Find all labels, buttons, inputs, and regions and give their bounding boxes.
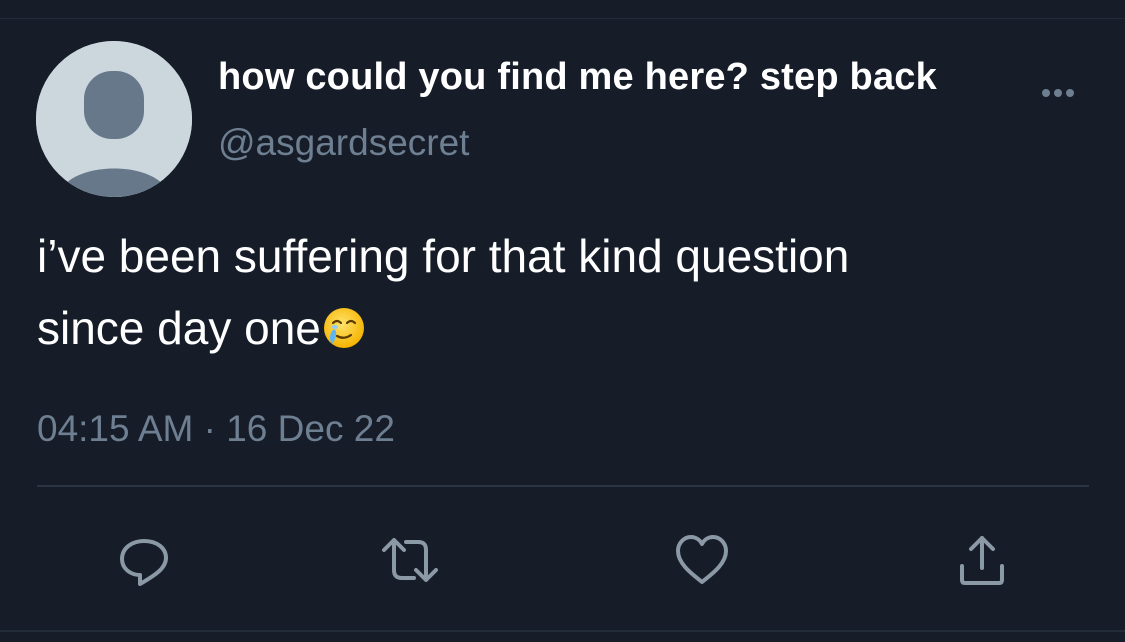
like-button[interactable] [672, 530, 732, 590]
more-options-icon [1042, 89, 1074, 97]
tweet-body: i’ve been suffering for that kind questi… [37, 230, 850, 354]
user-handle[interactable]: @asgardsecret [218, 122, 469, 164]
top-divider [0, 18, 1125, 19]
tweet-timestamp[interactable]: 04:15 AM · 16 Dec 22 [37, 408, 395, 450]
share-button[interactable] [952, 530, 1012, 590]
retweet-icon [382, 538, 438, 582]
reply-button[interactable] [114, 530, 174, 590]
actions-divider [37, 485, 1089, 487]
tweet-text: i’ve been suffering for that kind questi… [37, 220, 1097, 364]
timestamp-separator: · [203, 408, 216, 449]
heart-icon [676, 535, 728, 584]
display-name[interactable]: how could you find me here? step back [218, 56, 937, 99]
reply-icon [120, 539, 168, 586]
avatar[interactable] [36, 41, 192, 197]
share-icon [960, 536, 1004, 585]
more-options-button[interactable] [1034, 78, 1094, 108]
bottom-divider [0, 630, 1125, 632]
tweet-date: 16 Dec 22 [226, 408, 395, 449]
tweet-time: 04:15 AM [37, 408, 194, 449]
face-holding-back-tears-icon [323, 308, 364, 348]
retweet-button[interactable] [380, 530, 440, 590]
default-profile-icon [36, 41, 192, 197]
